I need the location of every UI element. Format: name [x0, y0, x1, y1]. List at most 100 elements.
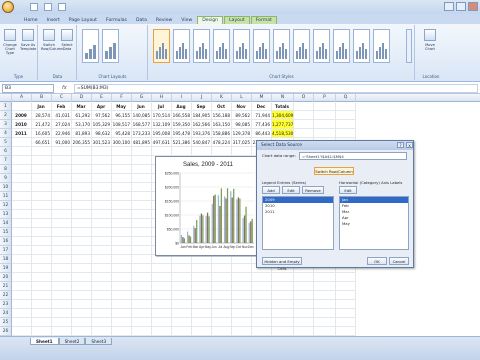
- cell[interactable]: [212, 309, 232, 318]
- cell[interactable]: 497,631: [152, 138, 172, 147]
- cell[interactable]: [192, 264, 212, 273]
- cell[interactable]: [32, 165, 52, 174]
- column-header[interactable]: O: [294, 94, 314, 102]
- cell[interactable]: [92, 327, 112, 336]
- cell[interactable]: [252, 318, 272, 327]
- cell[interactable]: 540,847: [192, 138, 212, 147]
- undo-icon[interactable]: [44, 3, 52, 11]
- row-header[interactable]: 4: [0, 129, 12, 138]
- cell[interactable]: [192, 273, 212, 282]
- cell[interactable]: [192, 282, 212, 291]
- cell[interactable]: [314, 102, 336, 111]
- cell[interactable]: [212, 282, 232, 291]
- cell[interactable]: [52, 237, 72, 246]
- cell[interactable]: 478,224: [212, 138, 232, 147]
- cell[interactable]: [92, 210, 112, 219]
- cell[interactable]: [152, 318, 172, 327]
- cell[interactable]: [336, 273, 356, 282]
- cell[interactable]: [32, 192, 52, 201]
- cell[interactable]: [192, 327, 212, 336]
- cell[interactable]: [32, 291, 52, 300]
- cell[interactable]: [314, 327, 336, 336]
- change-chart-type-button[interactable]: Change Chart Type: [2, 29, 18, 55]
- cell[interactable]: [52, 174, 72, 183]
- save-icon[interactable]: [30, 3, 38, 11]
- cell[interactable]: [112, 318, 132, 327]
- cell[interactable]: Jul: [152, 102, 172, 111]
- cell[interactable]: [72, 156, 92, 165]
- cell[interactable]: [32, 264, 52, 273]
- cell[interactable]: [314, 309, 336, 318]
- cell[interactable]: [72, 273, 92, 282]
- cell[interactable]: [32, 309, 52, 318]
- cell[interactable]: [152, 309, 172, 318]
- cell[interactable]: [72, 237, 92, 246]
- cell[interactable]: [112, 165, 132, 174]
- cell[interactable]: [212, 318, 232, 327]
- cell[interactable]: [232, 273, 252, 282]
- cell[interactable]: [52, 201, 72, 210]
- cell[interactable]: [172, 318, 192, 327]
- cell[interactable]: [314, 300, 336, 309]
- cell[interactable]: [12, 228, 32, 237]
- cell[interactable]: [112, 174, 132, 183]
- cell[interactable]: [172, 264, 192, 273]
- cell[interactable]: [132, 327, 152, 336]
- cell[interactable]: 300,100: [112, 138, 132, 147]
- cancel-button[interactable]: Cancel: [389, 257, 409, 265]
- cell[interactable]: [92, 246, 112, 255]
- cell[interactable]: [92, 174, 112, 183]
- cell[interactable]: [152, 147, 172, 156]
- cell[interactable]: [336, 327, 356, 336]
- cell[interactable]: [32, 282, 52, 291]
- cell[interactable]: [192, 309, 212, 318]
- remove-series-button[interactable]: Remove: [302, 186, 324, 194]
- cell[interactable]: [232, 282, 252, 291]
- cell[interactable]: [12, 156, 32, 165]
- tab-home[interactable]: Home: [20, 17, 42, 24]
- cell[interactable]: [336, 282, 356, 291]
- cell[interactable]: [92, 300, 112, 309]
- cell[interactable]: [212, 273, 232, 282]
- cell[interactable]: [112, 201, 132, 210]
- row-header[interactable]: 5: [0, 138, 12, 147]
- cell[interactable]: [112, 210, 132, 219]
- cell[interactable]: [72, 318, 92, 327]
- cell[interactable]: [12, 309, 32, 318]
- cell[interactable]: [32, 327, 52, 336]
- formula-input[interactable]: =SUM(B3:M3): [74, 83, 478, 93]
- cell[interactable]: [132, 246, 152, 255]
- cell[interactable]: 22,946: [52, 129, 72, 138]
- cell[interactable]: [336, 111, 356, 120]
- tab-formulas[interactable]: Formulas: [102, 17, 131, 24]
- column-header[interactable]: L: [232, 94, 252, 102]
- close-button[interactable]: [468, 2, 478, 11]
- chart-object[interactable]: Sales, 2009 - 2011 $250,000 $200,000 $150,0…: [155, 156, 259, 256]
- cell[interactable]: [192, 147, 212, 156]
- cell[interactable]: [32, 219, 52, 228]
- cell[interactable]: [336, 129, 356, 138]
- chart-layouts-gallery[interactable]: [82, 29, 119, 63]
- cell[interactable]: [112, 327, 132, 336]
- cell[interactable]: 108,517: [112, 120, 132, 129]
- cell[interactable]: 173,233: [132, 129, 152, 138]
- column-header[interactable]: [0, 94, 12, 102]
- cell[interactable]: 98,632: [92, 129, 112, 138]
- fx-icon[interactable]: fx: [62, 85, 74, 91]
- cell[interactable]: [252, 300, 272, 309]
- cell[interactable]: 132,109: [152, 120, 172, 129]
- cell[interactable]: [314, 111, 336, 120]
- cell[interactable]: [272, 327, 294, 336]
- name-box[interactable]: B3: [2, 83, 54, 93]
- tab-page-layout[interactable]: Page Layout: [65, 17, 101, 24]
- tab-insert[interactable]: Insert: [43, 17, 64, 24]
- cell[interactable]: [294, 300, 314, 309]
- cell[interactable]: 71,944: [252, 111, 272, 120]
- cell[interactable]: 96,155: [112, 111, 132, 120]
- gallery-thumbnail[interactable]: [253, 29, 270, 63]
- column-header[interactable]: A: [12, 94, 32, 102]
- cell[interactable]: [132, 282, 152, 291]
- column-header[interactable]: M: [252, 94, 272, 102]
- column-header[interactable]: P: [314, 94, 336, 102]
- cell[interactable]: [32, 318, 52, 327]
